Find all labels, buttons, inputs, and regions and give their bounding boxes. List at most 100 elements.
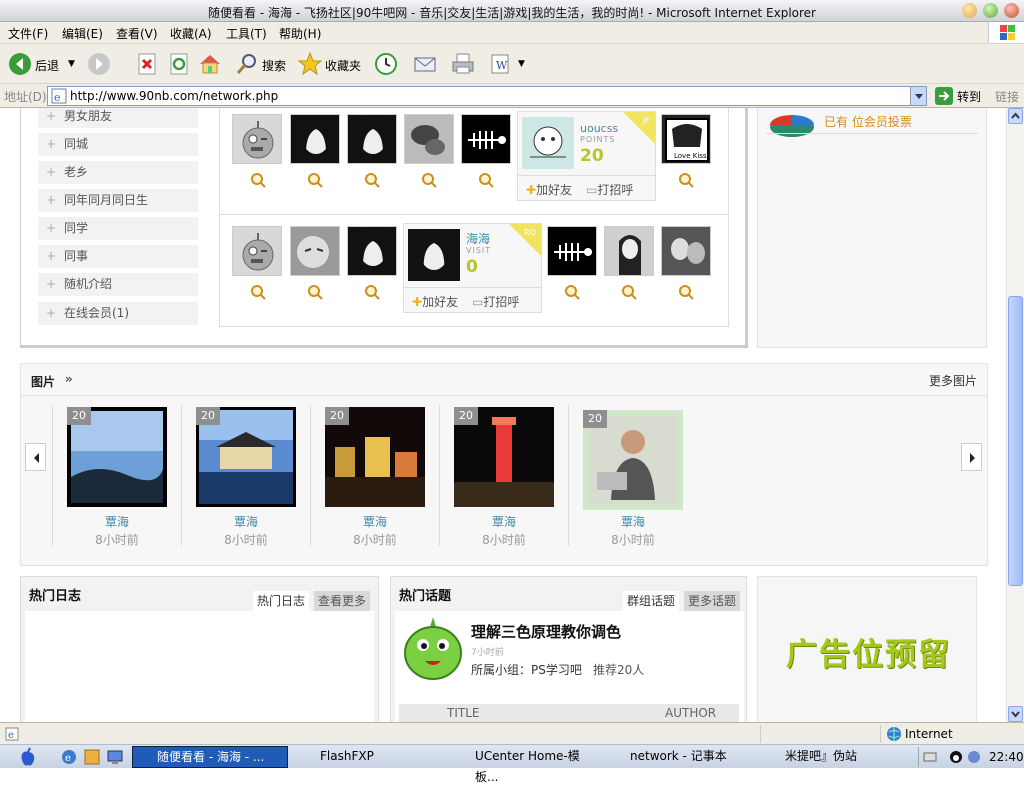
zoom-icon[interactable]: [307, 284, 323, 300]
avatar[interactable]: [290, 114, 340, 164]
task-flashfxp[interactable]: FlashFXP: [296, 746, 441, 768]
sidebar-item-online[interactable]: 在线会员(1): [38, 302, 198, 326]
sidebar-item-hometown[interactable]: 老乡: [38, 161, 198, 185]
picture-thumb[interactable]: 20: [583, 410, 683, 510]
zoom-icon[interactable]: [307, 172, 323, 188]
sidebar-item-same-city[interactable]: 同城: [38, 133, 198, 157]
task-ie-window[interactable]: 随便看看 - 海海 - ...: [132, 746, 288, 768]
print-button[interactable]: [451, 52, 475, 76]
qq-tray-icon[interactable]: [949, 750, 963, 764]
avatar[interactable]: [232, 226, 282, 276]
back-button[interactable]: [8, 52, 32, 76]
vertical-scrollbar[interactable]: [1006, 108, 1024, 722]
sidebar-item-same-birthday[interactable]: 同年同月同日生: [38, 189, 198, 213]
picture-thumb[interactable]: 20: [196, 407, 296, 507]
back-dropdown-icon[interactable]: ▼: [68, 59, 75, 69]
keyboard-tray-icon[interactable]: [923, 750, 937, 764]
task-ucenter[interactable]: UCenter Home-模板...: [451, 746, 596, 784]
greet-button[interactable]: ▭打招呼: [586, 181, 633, 198]
topic-group-link[interactable]: PS学习吧: [531, 661, 582, 678]
zoom-icon[interactable]: [364, 284, 380, 300]
zoom-icon[interactable]: [678, 284, 694, 300]
add-friend-button[interactable]: ✚加好友: [412, 293, 458, 310]
close-button[interactable]: [1004, 3, 1019, 18]
avatar[interactable]: [661, 226, 711, 276]
picture-thumb[interactable]: 20: [454, 407, 554, 507]
menu-view[interactable]: 查看(V): [116, 25, 158, 42]
sidebar-item-random[interactable]: 随机介绍: [38, 273, 198, 297]
avatar[interactable]: [232, 114, 282, 164]
card-name[interactable]: uoucss: [580, 122, 618, 135]
picture-author[interactable]: 覃海: [454, 513, 554, 530]
sidebar-item-friends[interactable]: 男女朋友: [38, 108, 198, 129]
zoom-icon[interactable]: [621, 284, 637, 300]
sidebar-item-classmates[interactable]: 同学: [38, 217, 198, 241]
address-dropdown-icon[interactable]: [910, 87, 926, 105]
card-name[interactable]: 海海: [466, 230, 490, 247]
avatar[interactable]: [347, 114, 397, 164]
scroll-down-button[interactable]: [1008, 706, 1023, 722]
avatar[interactable]: [604, 226, 654, 276]
pictures-next-button[interactable]: [961, 443, 982, 471]
forward-button[interactable]: [87, 52, 111, 76]
scroll-up-button[interactable]: [1008, 108, 1023, 124]
add-friend-button[interactable]: ✚加好友: [526, 181, 572, 198]
menu-help[interactable]: 帮助(H): [279, 25, 321, 42]
zoom-icon[interactable]: [564, 284, 580, 300]
zoom-icon[interactable]: [478, 172, 494, 188]
tab-view-more[interactable]: 查看更多: [314, 591, 371, 611]
menu-favorites[interactable]: 收藏(A): [170, 25, 212, 42]
refresh-button[interactable]: [167, 52, 191, 76]
card-avatar[interactable]: [408, 229, 460, 281]
menu-file[interactable]: 文件(F): [8, 25, 48, 42]
desktop-quicklaunch-icon[interactable]: [107, 749, 123, 765]
links-button[interactable]: 链接: [995, 88, 1019, 105]
tab-group-topics[interactable]: 群组话题: [623, 591, 680, 611]
favorites-button[interactable]: [297, 51, 323, 76]
zoom-icon[interactable]: [250, 284, 266, 300]
task-notepad[interactable]: network - 记事本: [606, 746, 751, 768]
edit-button[interactable]: W: [488, 52, 512, 76]
picture-author[interactable]: 覃海: [67, 513, 167, 530]
sidebar-item-colleagues[interactable]: 同事: [38, 245, 198, 269]
search-button[interactable]: [235, 52, 259, 76]
edit-dropdown-icon[interactable]: ▼: [518, 59, 525, 69]
zoom-icon[interactable]: [678, 172, 694, 188]
search-label[interactable]: 搜索: [262, 57, 286, 74]
mail-button[interactable]: [413, 52, 437, 76]
history-button[interactable]: [374, 52, 398, 76]
address-input[interactable]: e http://www.90nb.com/network.php: [47, 86, 927, 106]
stop-button[interactable]: [135, 52, 159, 76]
topic-headline[interactable]: 理解三色原理教你调色: [471, 621, 621, 642]
more-pictures-link[interactable]: 更多图片: [929, 372, 977, 389]
task-mitiba[interactable]: 米提吧』伪站: [761, 746, 881, 768]
member-card[interactable]: 海海 VISIT 0 RQ ✚加好友 ▭打招呼: [403, 223, 542, 313]
card-avatar[interactable]: [522, 117, 574, 169]
menu-edit[interactable]: 编辑(E): [62, 25, 103, 42]
zoom-icon[interactable]: [421, 172, 437, 188]
network-tray-icon[interactable]: [967, 750, 981, 764]
picture-author[interactable]: 覃海: [325, 513, 425, 530]
browser-quicklaunch-icon[interactable]: [84, 749, 100, 765]
picture-thumb[interactable]: 20: [325, 407, 425, 507]
menu-tools[interactable]: 工具(T): [226, 25, 267, 42]
favorites-label[interactable]: 收藏夹: [325, 57, 361, 74]
avatar[interactable]: [404, 114, 454, 164]
avatar[interactable]: [547, 226, 597, 276]
go-arrow-icon[interactable]: [935, 87, 953, 105]
greet-button[interactable]: ▭打招呼: [472, 293, 519, 310]
pictures-prev-button[interactable]: [25, 443, 46, 471]
avatar[interactable]: [461, 114, 511, 164]
picture-author[interactable]: 覃海: [196, 513, 296, 530]
member-card[interactable]: uoucss POINTS 20 JF ✚加好友 ▭打招呼: [517, 111, 656, 201]
avatar[interactable]: [347, 226, 397, 276]
go-button[interactable]: 转到: [957, 88, 981, 105]
tab-more-topics[interactable]: 更多话题: [684, 591, 741, 611]
avatar[interactable]: Love Kiss: [661, 114, 711, 164]
avatar[interactable]: [290, 226, 340, 276]
home-button[interactable]: [198, 52, 222, 76]
picture-thumb[interactable]: 20: [67, 407, 167, 507]
zoom-icon[interactable]: [364, 172, 380, 188]
tab-hot-blog[interactable]: 热门日志: [253, 591, 310, 611]
maximize-button[interactable]: [983, 3, 998, 18]
